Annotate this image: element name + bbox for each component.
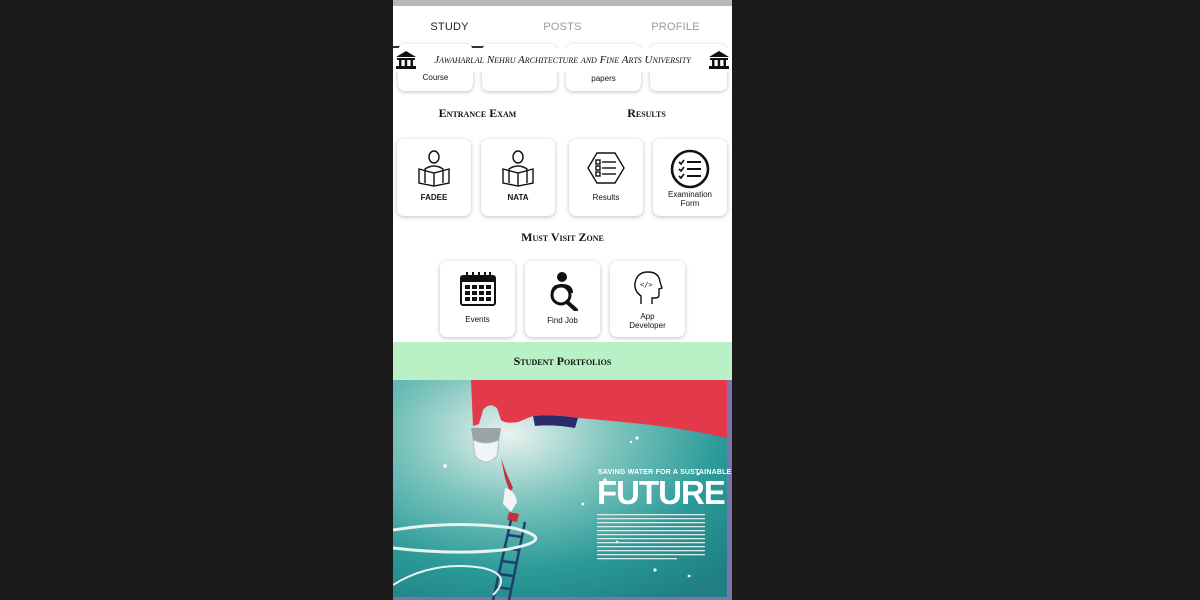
tab-profile[interactable]: PROFILE: [619, 6, 732, 48]
poster-title: FUTURE: [597, 474, 726, 511]
developer-head-icon: </>: [633, 271, 663, 304]
card-label: Results: [592, 193, 620, 202]
university-building-icon: [709, 51, 729, 69]
job-search-icon: [550, 272, 578, 311]
fadee-card[interactable]: FADEE: [397, 139, 471, 216]
app-developer-card[interactable]: </> App Developer: [610, 261, 685, 337]
university-header: Jawaharlal Nehru Architecture and Fine A…: [393, 48, 732, 72]
checklist-icon: [670, 149, 710, 189]
section-title-results: Results: [627, 106, 666, 120]
svg-text:</>: </>: [640, 281, 653, 289]
results-card[interactable]: Results: [569, 139, 643, 216]
card-label: papers: [591, 74, 616, 83]
card-label: Find Job: [547, 316, 578, 325]
card-label: App Developer: [629, 312, 666, 330]
student-portfolios-banner[interactable]: Student Portfolios: [393, 342, 732, 380]
portfolio-poster-image[interactable]: SAVING WATER FOR A SUSTAINABLE FUTURE: [393, 380, 732, 600]
section-title-entrance: Entrance Exam: [438, 106, 517, 120]
card-label: Course: [422, 73, 449, 82]
card-label: NATA: [507, 193, 529, 202]
card-label: Examination Form: [667, 190, 713, 208]
card-label: Events: [465, 315, 490, 324]
tab-study[interactable]: STUDY: [393, 6, 506, 48]
university-building-icon: [396, 51, 416, 69]
app-screen: STUDY POSTS PROFILE Course papers Jawaha…: [393, 0, 732, 600]
nata-card[interactable]: NATA: [481, 139, 555, 216]
section-title-must-visit: Must Visit Zone: [521, 230, 604, 244]
university-name: Jawaharlal Nehru Architecture and Fine A…: [434, 54, 691, 66]
examination-form-card[interactable]: Examination Form: [653, 139, 727, 216]
find-job-card[interactable]: Find Job: [525, 261, 600, 337]
card-label: FADEE: [420, 193, 448, 202]
tab-posts[interactable]: POSTS: [506, 6, 619, 48]
calendar-icon: [459, 272, 496, 306]
events-card[interactable]: Events: [440, 261, 515, 337]
result-list-icon: [587, 152, 625, 184]
reading-person-icon: [418, 150, 450, 187]
tab-bar: STUDY POSTS PROFILE: [393, 6, 732, 48]
reading-person-icon: [502, 150, 534, 187]
